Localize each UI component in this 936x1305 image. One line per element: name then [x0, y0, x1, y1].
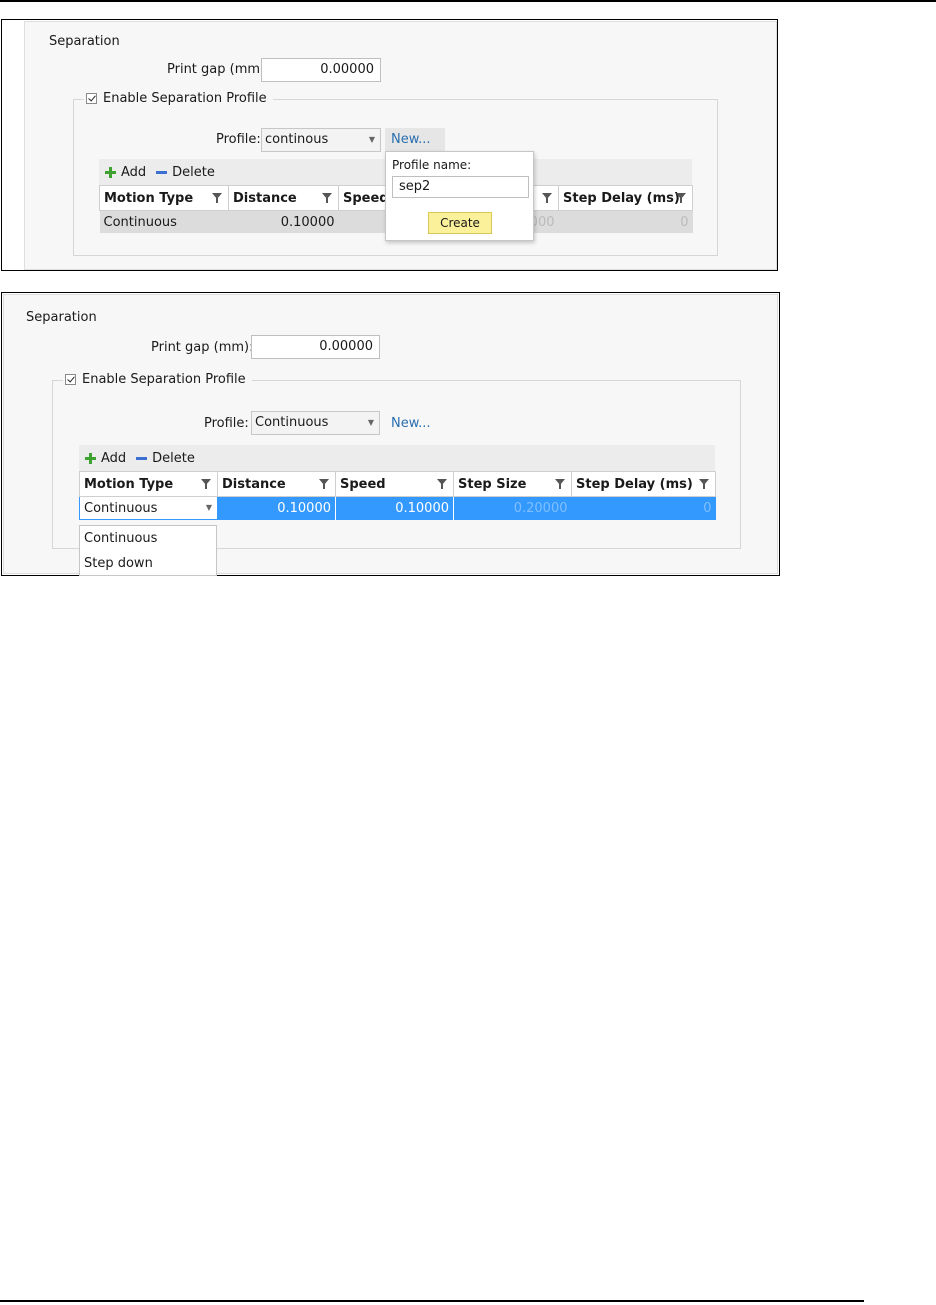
create-button[interactable]: Create — [428, 212, 492, 234]
delete-button[interactable]: Delete — [156, 165, 215, 180]
screenshot-new-profile-popup: Separation Print gap (mm): 0.00000 Enabl… — [1, 19, 778, 271]
filter-icon[interactable] — [437, 479, 447, 489]
chevron-down-icon: ▼ — [367, 418, 374, 427]
profile-select[interactable]: continous ▼ — [261, 128, 381, 152]
print-gap-input[interactable]: 0.00000 — [261, 58, 381, 82]
column-header-distance[interactable]: Distance — [217, 471, 336, 497]
new-profile-popup: Profile name: sep2 Create — [385, 151, 534, 241]
delete-label: Delete — [152, 450, 195, 466]
profile-label: Profile: — [216, 132, 261, 147]
profile-name-input[interactable]: sep2 — [392, 176, 529, 198]
enable-separation-profile-toggle[interactable]: Enable Separation Profile — [63, 372, 252, 387]
enable-separation-profile-toggle[interactable]: Enable Separation Profile — [84, 91, 273, 106]
enable-profile-checkbox[interactable] — [65, 374, 76, 385]
cell-step-delay[interactable]: 0 — [571, 496, 716, 520]
filter-icon[interactable] — [699, 479, 709, 489]
new-profile-link[interactable]: New... — [391, 416, 431, 431]
print-gap-label: Print gap (mm): — [167, 62, 270, 77]
cell-distance[interactable]: 0.10000 — [217, 496, 336, 520]
new-profile-link[interactable]: New... — [391, 132, 431, 147]
page-bottom-rule — [0, 1300, 864, 1302]
delete-label: Delete — [172, 164, 215, 180]
profile-label: Profile: — [204, 416, 249, 431]
plus-icon — [85, 452, 96, 464]
profile-select-value: Continuous — [255, 415, 329, 430]
page-top-rule — [0, 0, 936, 2]
column-header-step-delay[interactable]: Step Delay (ms) — [558, 185, 693, 211]
minus-icon — [136, 456, 148, 460]
enable-profile-checkbox[interactable] — [86, 93, 97, 104]
add-label: Add — [101, 450, 127, 466]
separation-panel: Separation Print gap (mm): 0.00000 Enabl… — [24, 21, 777, 270]
profile-select[interactable]: Continuous ▼ — [251, 411, 380, 435]
profile-name-label: Profile name: — [392, 158, 472, 172]
column-header-step-delay[interactable]: Step Delay (ms) — [571, 471, 716, 497]
section-title: Separation — [26, 310, 97, 325]
plus-icon — [105, 166, 116, 178]
cell-motion-type[interactable]: Continuous — [100, 211, 229, 234]
section-title: Separation — [49, 34, 120, 49]
print-gap-input[interactable]: 0.00000 — [251, 335, 380, 359]
dropdown-option-continuous[interactable]: Continuous — [80, 526, 216, 551]
column-header-speed[interactable]: Speed — [335, 471, 454, 497]
chevron-down-icon: ▼ — [368, 135, 375, 144]
profile-select-value: continous — [265, 132, 329, 147]
filter-icon[interactable] — [201, 479, 211, 489]
motion-type-dropdown-list: Continuous Step down — [79, 525, 217, 576]
minus-icon — [156, 170, 168, 174]
column-header-motion-type[interactable]: Motion Type — [99, 185, 229, 211]
filter-icon[interactable] — [542, 193, 552, 203]
print-gap-label: Print gap (mm): — [151, 340, 254, 355]
cell-motion-type-editor[interactable]: Continuous ▼ — [79, 496, 218, 520]
cell-speed[interactable]: 0.10000 — [335, 496, 454, 520]
filter-icon[interactable] — [212, 193, 222, 203]
cell-step-size[interactable]: 0.20000 — [453, 496, 572, 520]
screenshot-motion-type-dropdown: Separation Print gap (mm): 0.00000 Enabl… — [1, 292, 780, 576]
chevron-down-icon[interactable]: ▼ — [206, 498, 212, 519]
enable-profile-label: Enable Separation Profile — [103, 91, 267, 106]
filter-icon[interactable] — [319, 479, 329, 489]
enable-profile-label: Enable Separation Profile — [82, 372, 246, 387]
column-header-motion-type[interactable]: Motion Type — [79, 471, 218, 497]
delete-button[interactable]: Delete — [136, 451, 195, 466]
cell-step-delay[interactable]: 0 — [559, 211, 693, 234]
add-label: Add — [121, 164, 147, 180]
grid-toolbar: Add Delete — [79, 445, 715, 471]
table-row[interactable]: Continuous ▼ 0.10000 0.10000 0.20000 0 — [79, 496, 716, 520]
cell-distance[interactable]: 0.10000 — [229, 211, 339, 234]
filter-icon[interactable] — [322, 193, 332, 203]
add-button[interactable]: Add — [85, 451, 126, 466]
dropdown-option-step-down[interactable]: Step down — [80, 551, 216, 576]
profile-grid: Motion Type Distance Speed Step Size Ste… — [79, 471, 716, 520]
separation-panel: Separation Print gap (mm): 0.00000 Enabl… — [3, 294, 778, 576]
filter-icon[interactable] — [676, 193, 686, 203]
filter-icon[interactable] — [555, 479, 565, 489]
column-header-distance[interactable]: Distance — [228, 185, 339, 211]
add-button[interactable]: Add — [105, 165, 146, 180]
column-header-step-size[interactable]: Step Size — [453, 471, 572, 497]
